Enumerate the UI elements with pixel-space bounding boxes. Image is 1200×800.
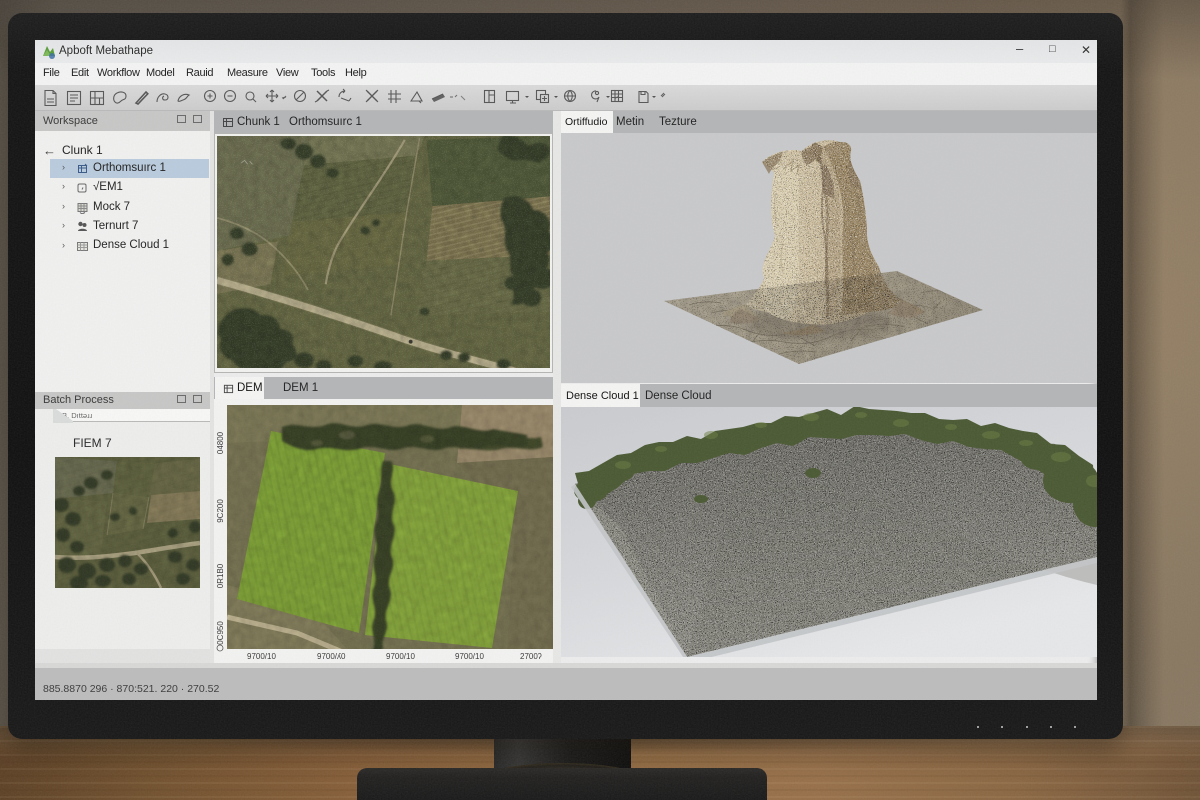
svg-text:0R1B0: 0R1B0 <box>216 563 225 588</box>
svg-text:2700ʔ: 2700ʔ <box>520 652 542 661</box>
svg-text:9700/10: 9700/10 <box>455 652 484 661</box>
svg-text:9700/ʎ0: 9700/ʎ0 <box>317 652 346 661</box>
svg-text:04800: 04800 <box>216 431 225 454</box>
svg-text:9700/10: 9700/10 <box>386 652 415 661</box>
svg-text:9C200: 9C200 <box>216 499 225 523</box>
svg-text:0C950: 0C950 <box>216 621 225 645</box>
svg-text:9700/10: 9700/10 <box>247 652 276 661</box>
